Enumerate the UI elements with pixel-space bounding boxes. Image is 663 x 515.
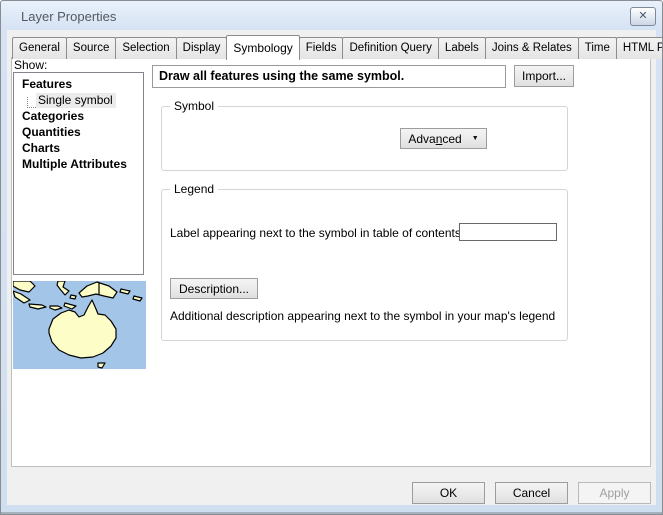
tree-item-charts[interactable]: Charts — [14, 140, 143, 156]
tab-definition-query[interactable]: Definition Query — [342, 37, 438, 59]
show-label: Show: — [14, 58, 47, 72]
tab-bar: General Source Selection Display Symbolo… — [12, 35, 663, 59]
landmass-maluku — [70, 295, 76, 299]
tree-row-single-symbol: Single symbol — [14, 92, 143, 108]
tab-display[interactable]: Display — [176, 37, 228, 59]
advanced-dropdown-button[interactable]: Advanced ▼ — [400, 128, 487, 149]
legend-label-caption: Label appearing next to the symbol in ta… — [170, 226, 464, 240]
tab-general[interactable]: General — [12, 37, 67, 59]
close-button[interactable]: ✕ — [630, 7, 656, 26]
tab-joins-relates[interactable]: Joins & Relates — [485, 37, 579, 59]
cancel-button[interactable]: Cancel — [495, 482, 568, 504]
layer-properties-dialog: Layer Properties ✕ General Source Select… — [0, 0, 663, 515]
titlebar[interactable]: Layer Properties ✕ — [1, 1, 662, 31]
symbol-groupbox: Symbol — [161, 106, 568, 171]
apply-button[interactable]: Apply — [578, 482, 651, 504]
tab-selection[interactable]: Selection — [115, 37, 176, 59]
tree-item-multiple-attributes[interactable]: Multiple Attributes — [14, 156, 143, 172]
tree-item-features[interactable]: Features — [14, 76, 143, 92]
tab-source[interactable]: Source — [66, 37, 116, 59]
tab-html-popup[interactable]: HTML Popup — [616, 37, 663, 59]
map-preview — [13, 281, 146, 369]
legend-additional-caption: Additional description appearing next to… — [170, 309, 555, 323]
legend-label-input[interactable] — [459, 223, 557, 241]
window-title: Layer Properties — [21, 9, 116, 24]
tree-item-single-symbol[interactable]: Single symbol — [36, 93, 116, 108]
legend-group-title: Legend — [170, 182, 218, 196]
tab-labels[interactable]: Labels — [438, 37, 486, 59]
tab-symbology[interactable]: Symbology — [226, 35, 299, 60]
ok-button[interactable]: OK — [412, 482, 485, 504]
advanced-label: Advanced — [408, 132, 461, 146]
description-button[interactable]: Description... — [170, 278, 258, 299]
drawing-method-header: Draw all features using the same symbol. — [152, 65, 506, 88]
tree-item-quantities[interactable]: Quantities — [14, 124, 143, 140]
close-icon: ✕ — [638, 10, 647, 22]
chevron-down-icon: ▼ — [472, 135, 479, 142]
tab-time[interactable]: Time — [578, 37, 617, 59]
tree-connector-icon — [27, 97, 36, 108]
tree-item-categories[interactable]: Categories — [14, 108, 143, 124]
show-listbox: Features Single symbol Categories Quanti… — [13, 72, 144, 275]
tab-fields[interactable]: Fields — [299, 37, 344, 59]
symbol-group-title: Symbol — [170, 99, 218, 113]
import-button[interactable]: Import... — [514, 65, 574, 87]
